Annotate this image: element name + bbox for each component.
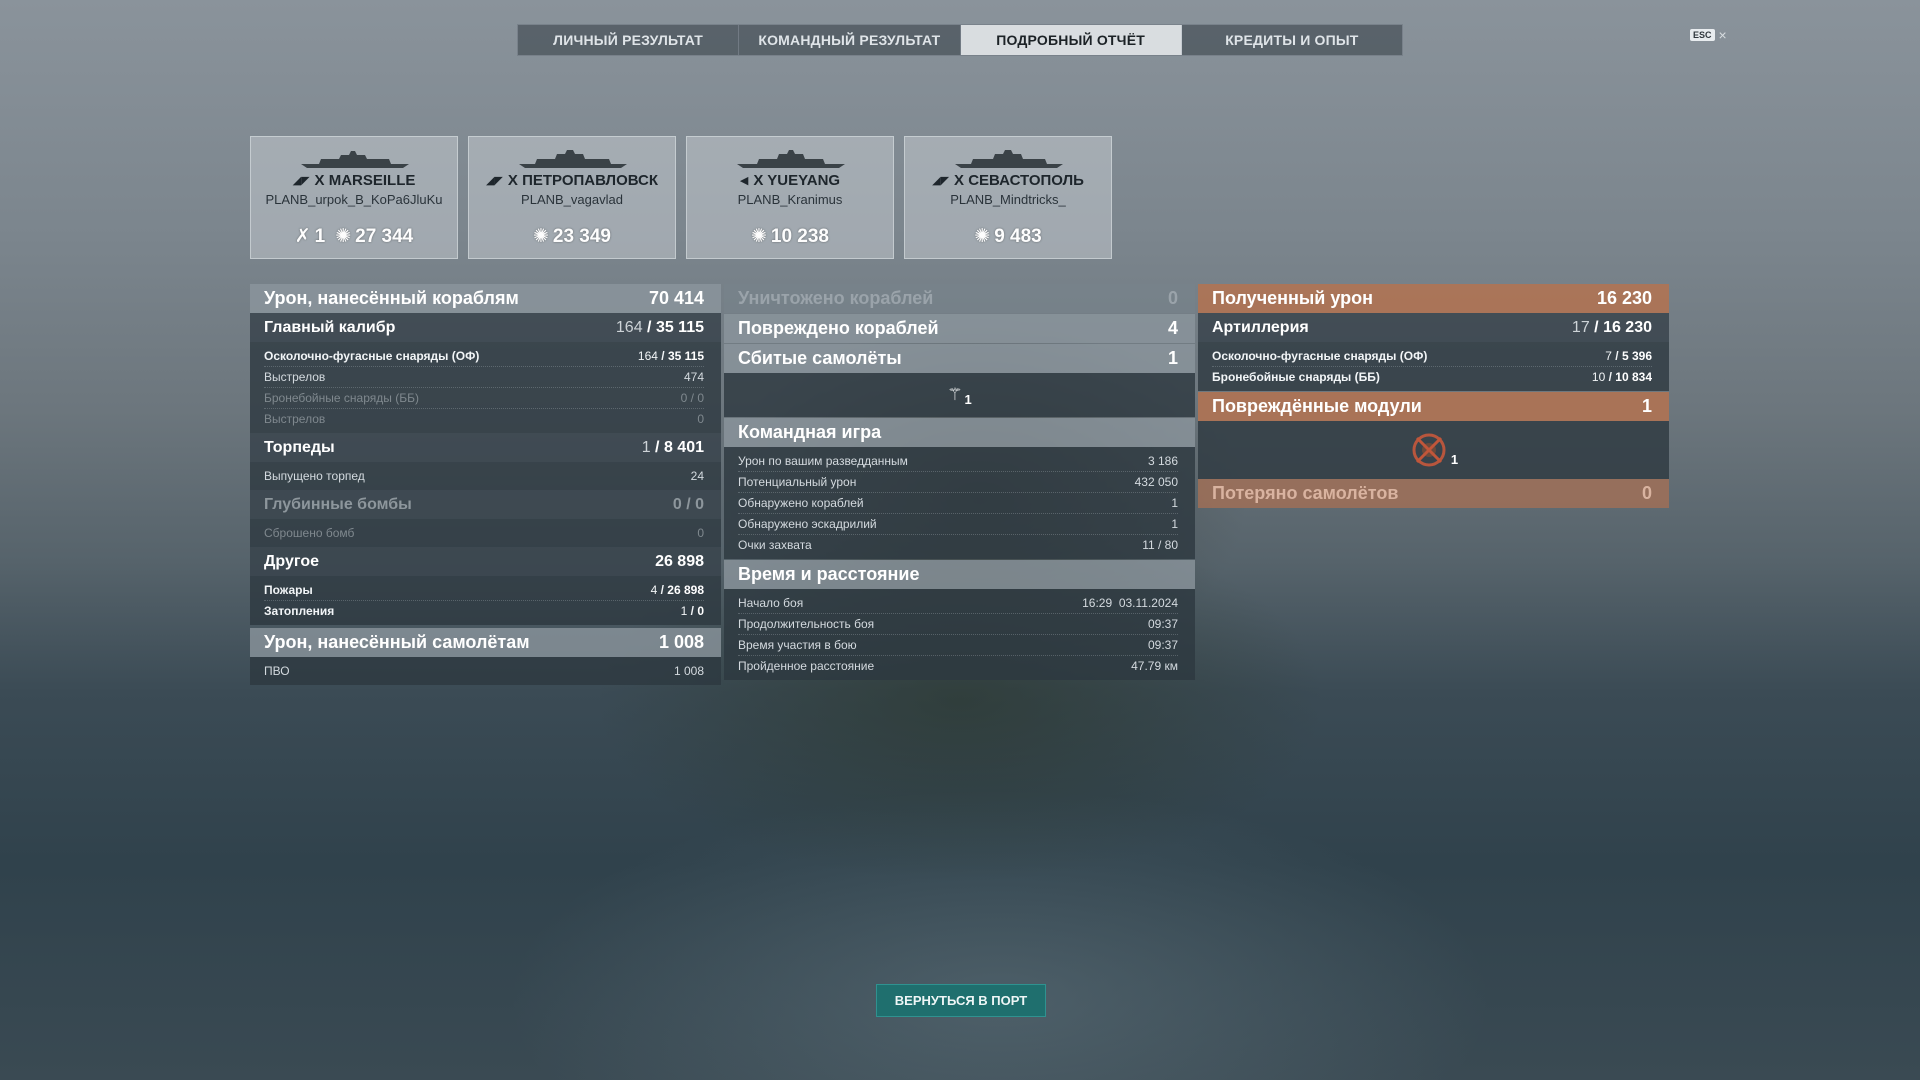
cruiser-class-icon: ◢◤ [932, 175, 950, 187]
floods-row: Затопления 1 / 0 [264, 604, 704, 618]
depth-charges-header: Глубинные бомбы 0 / 0 [250, 490, 721, 519]
cruiser-class-icon: ◢◤ [485, 175, 503, 187]
other-details: Пожары 4 / 26 898 Затопления 1 / 0 [250, 576, 721, 625]
kills-icon: ✗ [294, 226, 311, 247]
time-distance-details: Начало боя 16:29 03.11.2024 Продолжительн… [724, 589, 1195, 680]
fires-row: Пожары 4 / 26 898 [264, 580, 704, 601]
ship-card[interactable]: ◢◤ X MARSEILLE PLANB_urpok_B_KoPa6JluKu ✗… [250, 136, 458, 259]
return-to-port-button[interactable]: ВЕРНУТЬСЯ В ПОРТ [876, 984, 1046, 1017]
result-tabs: ЛИЧНЫЙ РЕЗУЛЬТАТ КОМАНДНЫЙ РЕЗУЛЬТАТ ПОД… [517, 24, 1403, 56]
time-distance-header: Время и расстояние [724, 560, 1195, 589]
main-battery-header: Главный калибр 164 / 35 115 [250, 313, 721, 342]
close-icon[interactable]: × [1719, 27, 1727, 43]
damage-value: 23 349 [552, 225, 612, 247]
planes-lost-header: Потеряно самолётов 0 [1198, 479, 1669, 508]
ship-card[interactable]: ◀ X YUEYANG PLANB_Kranimus ✺ 10 238 [686, 136, 894, 259]
main-battery-details: Осколочно-фугасные снаряды (ОФ) 164 / 35 … [250, 342, 721, 433]
received-he-row: Осколочно-фугасные снаряды (ОФ) 7 / 5 396 [1212, 346, 1652, 367]
player-name: PLANB_urpok_B_KoPa6JluKu [265, 192, 443, 207]
cruiser-class-icon: ◢◤ [292, 175, 310, 187]
ship-cards: ◢◤ X MARSEILLE PLANB_urpok_B_KoPa6JluKu ✗… [250, 136, 1112, 259]
damage-value: 9 483 [994, 225, 1042, 247]
tab-detailed-report[interactable]: ПОДРОБНЫЙ ОТЧЁТ [960, 25, 1182, 55]
damage-received-panel: Полученный урон 16 230 Артиллерия 17 / 16… [1198, 284, 1669, 508]
player-name: PLANB_Kranimus [737, 192, 843, 207]
he-shells-row: Осколочно-фугасные снаряды (ОФ) 164 / 35 … [264, 346, 704, 367]
team-play-header: Командная игра [724, 418, 1195, 447]
ship-card[interactable]: ◢◤ X ПЕТРОПАВЛОВСК PLANB_vagavlad ✺ 23 349 [468, 136, 676, 259]
damage-dealt-panel: Урон, нанесённый кораблям 70 414 Главный … [250, 284, 721, 685]
squadrons-spotted-row: Обнаружено эскадрилий 1 [738, 514, 1178, 535]
ship-damage-header: Урон, нанесённый кораблям 70 414 [250, 284, 721, 313]
participation-time-row: Время участия в бою 09:37 [738, 635, 1178, 656]
tab-credits-xp[interactable]: КРЕДИТЫ И ОПЫТ [1182, 25, 1402, 55]
esc-close-button[interactable]: ESC × [1690, 27, 1727, 43]
ship-name: X MARSEILLE [314, 172, 416, 189]
player-name: PLANB_vagavlad [521, 192, 623, 207]
battle-duration-row: Продолжительность боя 09:37 [738, 614, 1178, 635]
capture-points-row: Очки захвата 11 / 80 [738, 538, 1178, 552]
received-damage-header: Полученный урон 16 230 [1198, 284, 1669, 313]
bombs-dropped-row: Сброшено бомб 0 [264, 526, 704, 540]
torpedo-details: Выпущено торпед 24 [250, 462, 721, 490]
ship-silhouette-icon [737, 150, 845, 168]
torpedoes-launched-row: Выпущено торпед 24 [264, 469, 704, 483]
ship-silhouette-icon [519, 150, 627, 168]
torpedoes-header: Торпеды 1 / 8 401 [250, 433, 721, 462]
planes-shot-header: Сбитые самолёты 1 [724, 344, 1195, 373]
damage-value: 10 238 [770, 225, 830, 247]
ship-silhouette-icon [301, 151, 409, 168]
kills-count: 1 [314, 225, 326, 247]
ap-shots-row: Выстрелов 0 [264, 412, 704, 426]
received-ap-row: Бронебойные снаряды (ББ) 10 / 10 834 [1212, 370, 1652, 384]
damage-icon: ✺ [974, 226, 991, 247]
esc-key-icon: ESC [1690, 29, 1715, 41]
ship-name: X ПЕТРОПАВЛОВСК [507, 172, 659, 189]
depth-charge-details: Сброшено бомб 0 [250, 519, 721, 547]
distance-row: Пройденное расстояние 47.79 км [738, 659, 1178, 673]
plane-damage-header: Урон, нанесённый самолётам 1 008 [250, 628, 721, 657]
ships-spotted-row: Обнаружено кораблей 1 [738, 493, 1178, 514]
damage-icon: ✺ [335, 226, 352, 247]
damaged-module-icon [1412, 433, 1446, 467]
ship-card[interactable]: ◢◤ X СЕВАСТОПОЛЬ PLANB_Mindtricks_ ✺ 9 483 [904, 136, 1112, 259]
ship-silhouette-icon [955, 150, 1063, 168]
ship-name: X YUEYANG [753, 172, 841, 189]
damaged-modules-icon-row: 1 [1198, 421, 1669, 479]
battle-start-row: Начало боя 16:29 03.11.2024 [738, 593, 1178, 614]
player-name: PLANB_Mindtricks_ [950, 192, 1066, 207]
team-play-details: Урон по вашим разведданным 3 186 Потенциа… [724, 447, 1195, 559]
spotting-damage-row: Урон по вашим разведданным 3 186 [738, 451, 1178, 472]
combat-summary-panel: Уничтожено кораблей 0 Повреждено кораблей… [724, 284, 1195, 680]
ship-name: X СЕВАСТОПОЛЬ [954, 172, 1084, 189]
artillery-header: Артиллерия 17 / 16 230 [1198, 313, 1669, 342]
destroyer-class-icon: ◀ [739, 175, 749, 187]
other-header: Другое 26 898 [250, 547, 721, 576]
tab-personal-result[interactable]: ЛИЧНЫЙ РЕЗУЛЬТАТ [518, 25, 740, 55]
plane-damage-details: ПВО 1 008 [250, 657, 721, 685]
damaged-ships-header: Повреждено кораблей 4 [724, 314, 1195, 343]
he-shots-row: Выстрелов 474 [264, 367, 704, 388]
aa-row: ПВО 1 008 [264, 664, 704, 678]
potential-damage-row: Потенциальный урон 432 050 [738, 472, 1178, 493]
destroyed-ships-header: Уничтожено кораблей 0 [724, 284, 1195, 313]
damaged-modules-header: Повреждённые модули 1 [1198, 392, 1669, 421]
planes-shot-icon-row: ⚚ 1 [724, 373, 1195, 417]
tab-team-result[interactable]: КОМАНДНЫЙ РЕЗУЛЬТАТ [739, 25, 961, 55]
damage-icon: ✺ [750, 226, 767, 247]
damage-value: 27 344 [355, 225, 414, 247]
damage-icon: ✺ [532, 226, 549, 247]
aircraft-icon: ⚚ [947, 385, 963, 404]
artillery-details: Осколочно-фугасные снаряды (ОФ) 7 / 5 396… [1198, 342, 1669, 391]
ap-shells-row: Бронебойные снаряды (ББ) 0 / 0 [264, 388, 704, 409]
